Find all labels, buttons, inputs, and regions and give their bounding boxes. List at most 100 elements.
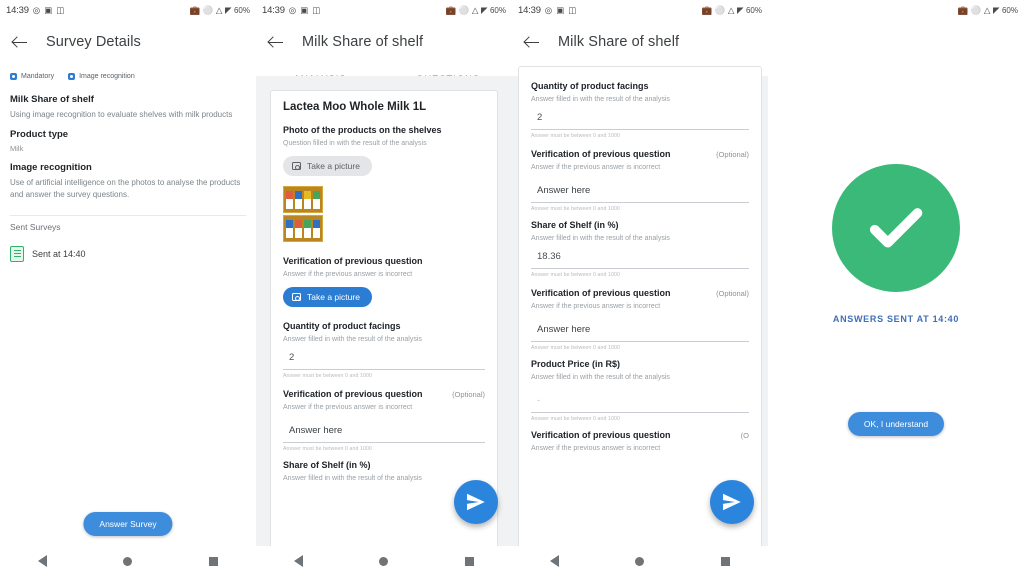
back-arrow-icon[interactable] (12, 34, 28, 50)
answer-survey-button[interactable]: Answer Survey (83, 512, 173, 536)
section-heading: Product type (10, 128, 69, 140)
sync-icon: ▣ (556, 4, 565, 15)
verification-input-value: Answer here (537, 185, 591, 196)
shelf-photo-thumbnail[interactable] (283, 215, 323, 242)
send-icon (723, 493, 741, 511)
shelf-photo-thumbnail[interactable] (283, 186, 323, 213)
questions-scroll-area[interactable]: Lactea Moo Whole Milk 1L Photo of the pr… (256, 76, 512, 576)
nav-back-icon[interactable] (294, 555, 304, 567)
verification-input[interactable]: Answer here (531, 185, 749, 203)
question-label: Photo of the products on the shelves (283, 125, 485, 135)
quantity-input[interactable]: 2 (531, 112, 749, 130)
status-time: 14:39 (262, 4, 285, 16)
answers-sent-message: ANSWERS SENT AT 14:40 (832, 314, 960, 324)
question-label: Verification of previous question (283, 256, 485, 266)
panel-success: 💼 ⚪ △ ◤ 60% ANSWERS SENT AT 14:40 OK, I … (768, 0, 1024, 576)
location-icon: ◎ (544, 4, 553, 15)
question-help: Answer filled in with the result of the … (283, 475, 422, 482)
app-bar: Milk Share of shelf (256, 20, 512, 64)
question-label: Verification of previous question (O (531, 430, 749, 440)
question-label-text: Share of Shelf (in %) (531, 220, 619, 230)
image-recognition-dot-icon (68, 73, 76, 80)
briefcase-icon: 💼 (189, 4, 201, 15)
panel-survey-details: 14:39 ◎ ▣ ◫ 💼 ⚪ △ ◤ 60% Survey Details M… (0, 0, 256, 576)
status-time: 14:39 (518, 4, 541, 16)
section-text: Using image recognition to evaluate shel… (10, 110, 233, 119)
question-help: Answer if the previous answer is incorre… (283, 271, 413, 278)
send-fab-button[interactable] (710, 480, 754, 524)
sent-survey-label: Sent at 14:40 (32, 248, 86, 259)
question-label: Quantity of product facings (531, 81, 749, 91)
battery-level: 60% (233, 5, 250, 15)
nav-recent-icon[interactable] (720, 556, 730, 566)
question-help: Answer if the previous answer is incorre… (531, 164, 661, 171)
success-check-icon (832, 164, 960, 292)
legend-chips: Mandatory Image recognition (0, 64, 256, 86)
nav-bar (0, 546, 256, 576)
question-label-text: Quantity of product facings (531, 81, 649, 91)
screenshot-icon: ◫ (312, 4, 321, 15)
battery-level: 60% (489, 5, 506, 15)
questions-scroll-area[interactable]: Quantity of product facings Answer fille… (512, 66, 768, 576)
verification-input[interactable]: Answer here (283, 425, 485, 443)
take-a-picture-button[interactable]: Take a picture (283, 156, 372, 176)
briefcase-icon: 💼 (445, 4, 457, 15)
dnd-icon: ⚪ (458, 4, 470, 15)
nav-home-icon[interactable] (379, 556, 389, 566)
take-a-picture-button[interactable]: Take a picture (283, 287, 372, 307)
question-label-text: Verification of previous question (283, 256, 423, 266)
sync-icon: ▣ (44, 4, 53, 15)
legend-label: Mandatory (21, 73, 55, 80)
verification-input-value: Answer here (289, 425, 343, 436)
nav-home-icon[interactable] (635, 556, 645, 566)
optional-badge: (Optional) (716, 150, 749, 159)
document-sent-icon (10, 245, 24, 262)
location-icon: ◎ (288, 4, 297, 15)
screenshot-icon: ◫ (56, 4, 65, 15)
back-arrow-icon[interactable] (268, 34, 284, 50)
photo-thumbnails[interactable] (283, 186, 323, 242)
question-label-text: Share of Shelf (in %) (283, 460, 371, 470)
sent-survey-item[interactable]: Sent at 14:40 (0, 245, 256, 262)
location-icon: ◎ (32, 4, 41, 15)
camera-icon (292, 162, 301, 170)
wifi-icon: △ (471, 4, 479, 15)
nav-bar (512, 546, 768, 576)
question-help: Answer filled in with the result of the … (283, 336, 422, 343)
send-fab-button[interactable] (454, 480, 498, 524)
nav-back-icon[interactable] (550, 555, 560, 567)
wifi-icon: △ (215, 4, 223, 15)
legend-label: Image recognition (79, 73, 135, 80)
question-label: Verification of previous question (Optio… (531, 149, 749, 159)
nav-recent-icon[interactable] (464, 556, 474, 566)
quantity-input[interactable]: 2 (283, 352, 485, 370)
optional-badge: (O (740, 431, 749, 440)
share-of-shelf-input[interactable]: 18.36 (531, 251, 749, 269)
nav-recent-icon[interactable] (208, 556, 218, 566)
panel-questions-scrolled: 14:39 ◎ ▣ ◫ 💼 ⚪ △ ◤ 60% Milk Share of sh… (512, 0, 768, 576)
screenshot-icon: ◫ (568, 4, 577, 15)
nav-back-icon[interactable] (38, 555, 48, 567)
quantity-input-value: 2 (289, 352, 295, 363)
share-of-shelf-value: 18.36 (537, 251, 561, 262)
product-title: Lactea Moo Whole Milk 1L (283, 101, 427, 113)
divider (10, 214, 246, 216)
question-label-text: Verification of previous question (531, 288, 671, 298)
page-title: Survey Details (46, 34, 141, 50)
section-text: Use of artificial intelligence on the ph… (10, 178, 241, 200)
question-help: Answer filled in with the result of the … (531, 235, 670, 242)
battery-level: 60% (745, 5, 762, 15)
verification-input[interactable]: Answer here (531, 324, 749, 342)
optional-badge: (Optional) (452, 390, 485, 399)
question-label-text: Verification of previous question (283, 389, 423, 399)
status-bar: 14:39 ◎ ▣ ◫ 💼 ⚪ △ ◤ 60% (0, 0, 256, 20)
back-arrow-icon[interactable] (524, 34, 540, 50)
nav-home-icon[interactable] (123, 556, 133, 566)
product-price-value: - (537, 395, 541, 406)
product-price-input[interactable]: - (531, 395, 749, 413)
quantity-input-value: 2 (537, 112, 543, 123)
ok-understand-button[interactable]: OK, I understand (847, 412, 945, 436)
app-bar: Milk Share of shelf (512, 20, 768, 64)
section-heading: Image recognition (10, 162, 92, 174)
check-glyph-icon (869, 208, 923, 248)
